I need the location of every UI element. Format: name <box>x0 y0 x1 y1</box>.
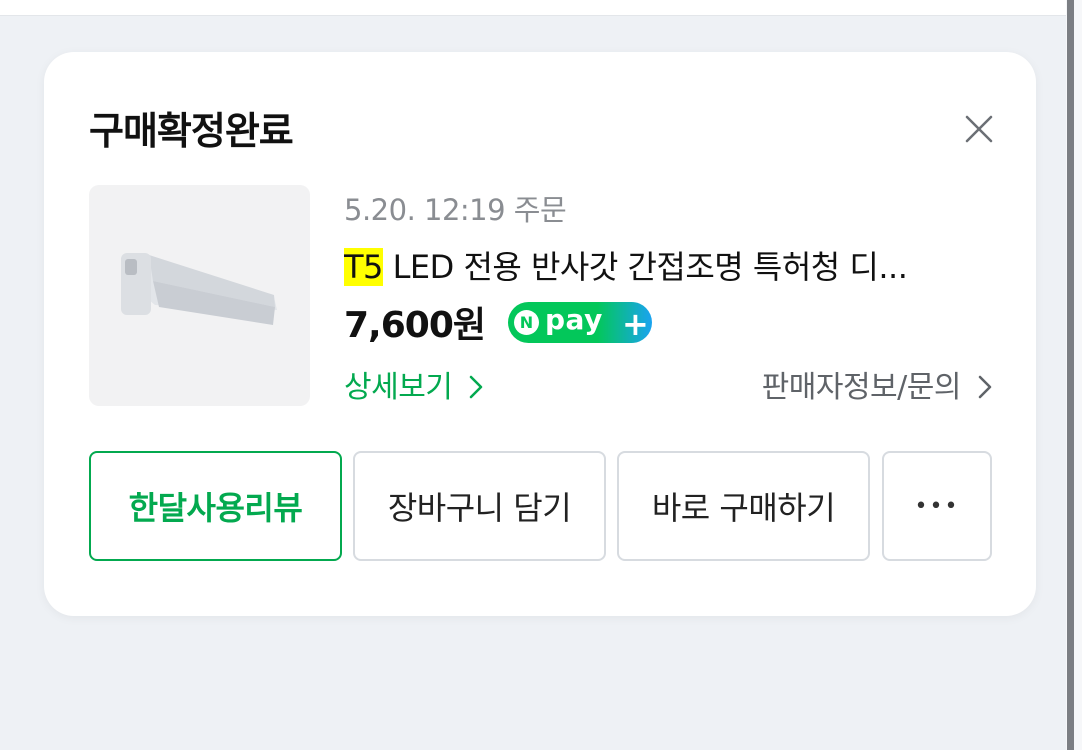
monthly-review-button[interactable]: 한달사용리뷰 <box>89 451 342 561</box>
npay-n-icon: N <box>514 310 539 335</box>
card-title: 구매확정완료 <box>89 109 294 153</box>
more-icon: ••• <box>914 493 960 519</box>
buy-now-button[interactable]: 바로 구매하기 <box>617 451 870 561</box>
close-button[interactable] <box>962 112 996 146</box>
product-name-text: LED 전용 반사갓 간접조명 특허청 디... <box>382 248 908 286</box>
close-icon <box>965 115 993 143</box>
product-thumbnail[interactable] <box>89 185 310 406</box>
chevron-right-icon <box>470 375 483 399</box>
order-complete-card: 구매확정완료 5.20. 12:19 주문 T5 LED 전용 반사갓 간접조명… <box>44 52 1036 616</box>
detail-link-label: 상세보기 <box>344 370 453 405</box>
add-to-cart-button[interactable]: 장바구니 담기 <box>353 451 606 561</box>
search-highlight: T5 <box>344 248 383 286</box>
product-name[interactable]: T5 LED 전용 반사갓 간접조명 특허청 디... <box>344 242 974 288</box>
npay-plus-badge: N pay + <box>508 302 652 343</box>
npay-plus-icon: + <box>622 305 649 343</box>
order-date: 5.20. 12:19 주문 <box>344 193 567 227</box>
more-button[interactable]: ••• <box>882 451 992 561</box>
npay-text: pay <box>545 303 603 336</box>
seller-info-link[interactable]: 판매자정보/문의 <box>762 362 992 406</box>
scrollbar-thumb[interactable] <box>1067 0 1074 750</box>
top-strip <box>0 0 1066 16</box>
product-price: 7,600원 <box>344 305 486 346</box>
chevron-right-icon <box>978 375 992 399</box>
detail-link[interactable]: 상세보기 <box>344 362 483 406</box>
product-image <box>121 253 277 325</box>
seller-info-label: 판매자정보/문의 <box>761 370 962 405</box>
